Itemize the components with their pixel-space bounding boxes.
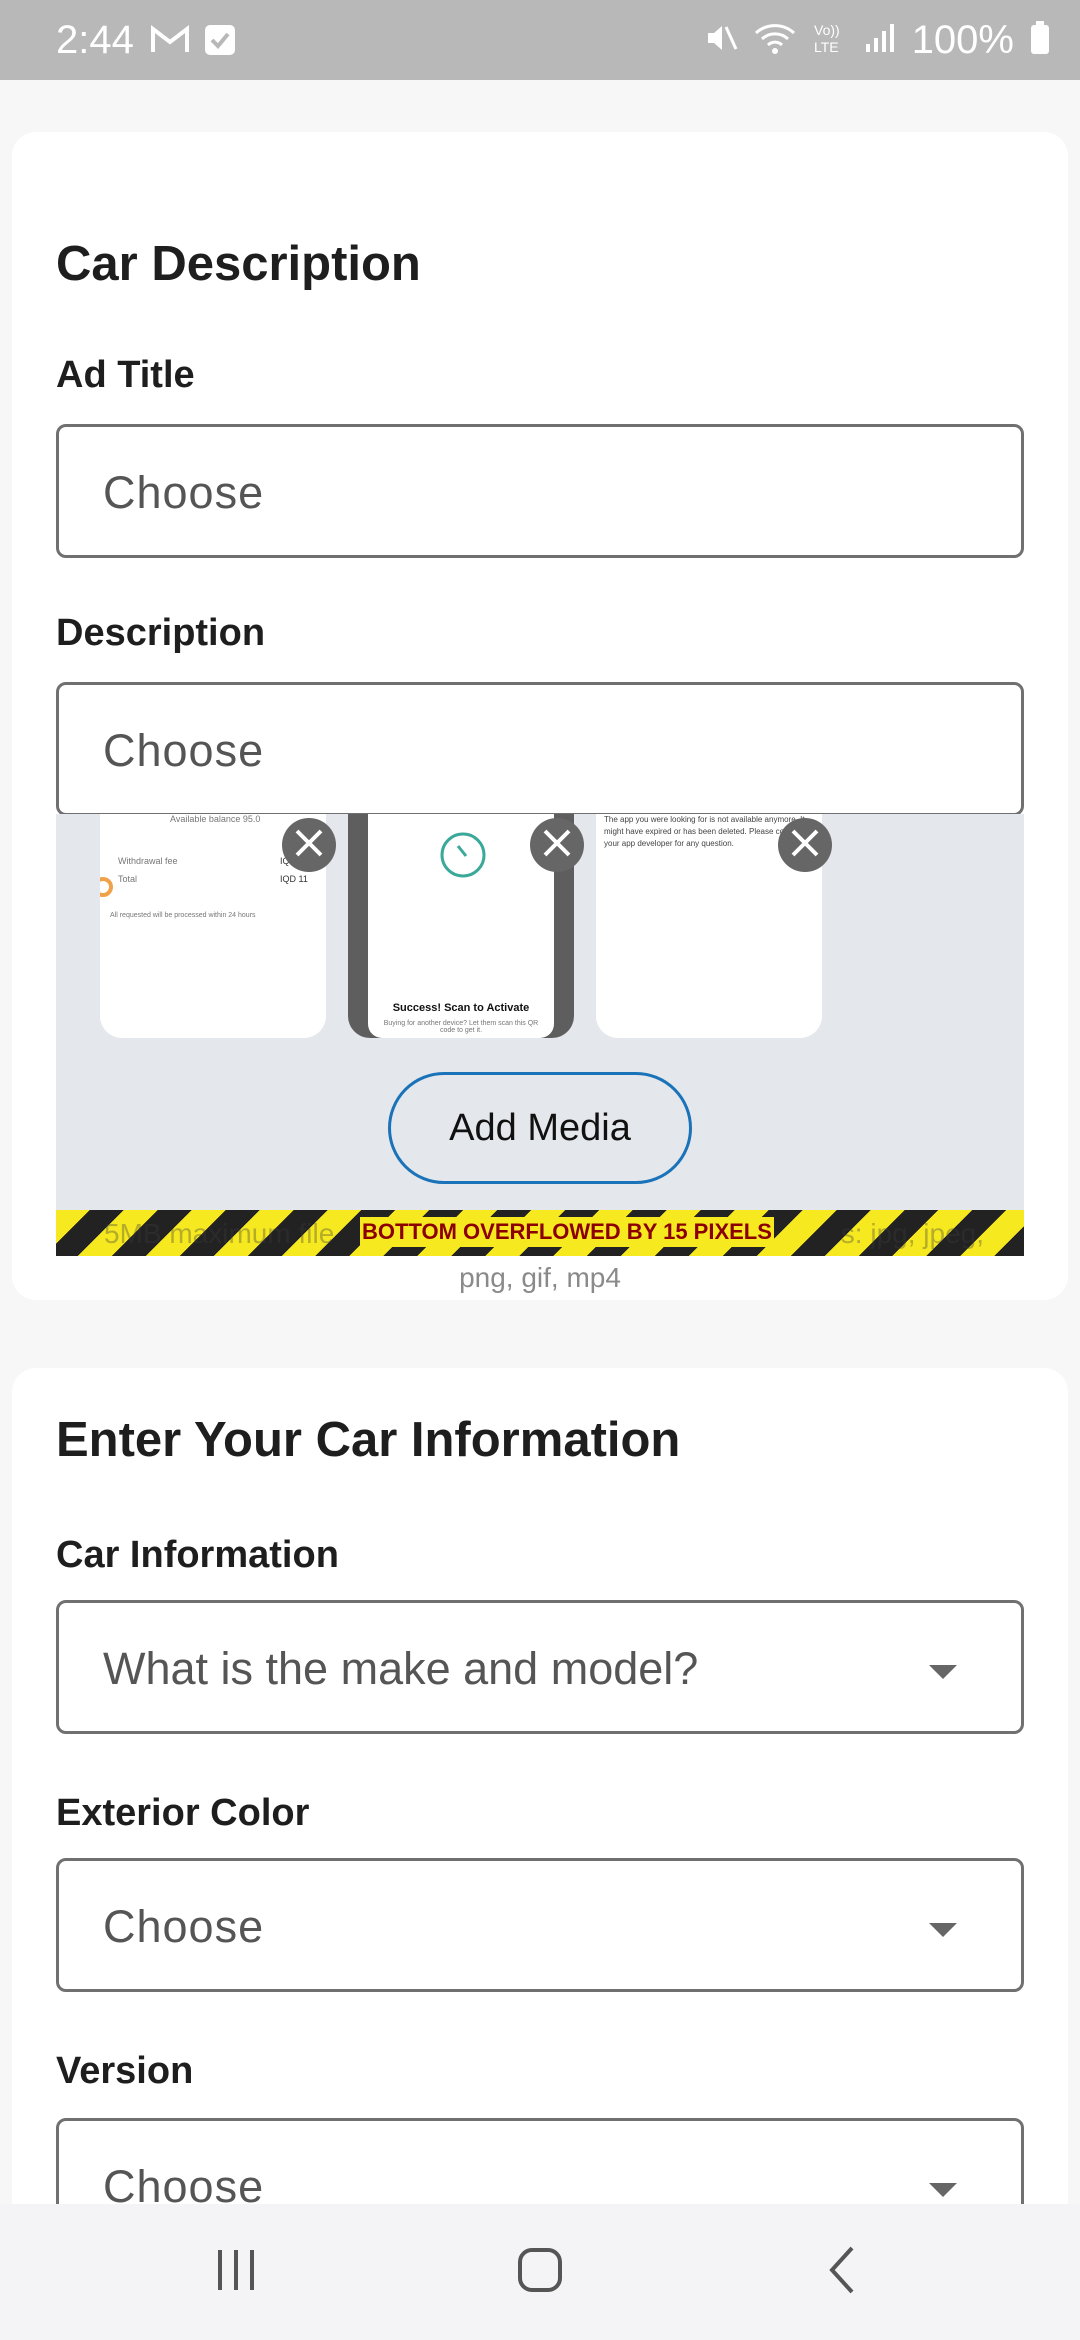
exterior-color-placeholder: Choose <box>103 1901 265 1952</box>
overflow-message: BOTTOM OVERFLOWED BY 15 PIXELS <box>360 1217 774 1247</box>
hidden-hint-text: 5MB maximum file <box>104 1218 335 1249</box>
overflow-warning-stripe: 5MB maximum file s: jpg, jpeg, BOTTOM OV… <box>56 1210 1024 1256</box>
system-status-icons: Vo)) LTE 100% <box>704 18 1050 63</box>
version-placeholder: Choose <box>103 2161 265 2204</box>
progress-ring-icon <box>438 830 488 885</box>
thumb-text: Total <box>118 874 138 884</box>
ad-title-label: Ad Title <box>56 354 195 396</box>
remove-media-button[interactable] <box>282 818 336 872</box>
exterior-color-dropdown[interactable]: Choose <box>56 1858 1024 1992</box>
signal-icon <box>864 22 896 59</box>
chevron-down-icon <box>929 1923 957 1937</box>
chevron-down-icon <box>929 1665 957 1679</box>
description-label: Description <box>56 612 266 654</box>
check-box-icon <box>204 24 236 61</box>
back-button[interactable] <box>814 2242 874 2302</box>
thumb-text: IQD 11 <box>280 874 308 884</box>
thumb-subtitle: Buying for another device? Let them scan… <box>383 1020 539 1034</box>
car-information-placeholder: What is the make and model? <box>103 1643 699 1694</box>
status-time: 2:44 <box>56 18 134 62</box>
home-button[interactable] <box>510 2242 570 2302</box>
recent-apps-icon <box>212 2246 260 2299</box>
svg-text:Vo)): Vo)) <box>814 22 840 38</box>
hidden-hint-text: s: jpg, jpeg, <box>840 1218 984 1249</box>
scroll-content[interactable]: Car Description Ad Title Choose Descript… <box>0 80 1080 2204</box>
notification-icons <box>150 24 236 61</box>
remove-media-button[interactable] <box>778 818 832 872</box>
gmail-icon <box>150 24 190 61</box>
mute-icon <box>704 21 738 60</box>
close-icon <box>540 826 574 865</box>
battery-icon <box>1030 21 1050 60</box>
recent-apps-button[interactable] <box>206 2242 266 2302</box>
remove-media-button[interactable] <box>530 818 584 872</box>
car-description-title: Car Description <box>56 237 421 291</box>
car-information-title: Enter Your Car Information <box>56 1413 681 1467</box>
svg-text:LTE: LTE <box>814 39 839 55</box>
thumb-text: Withdrawal fee <box>118 856 178 866</box>
car-description-card: Car Description Ad Title Choose Descript… <box>12 132 1068 1300</box>
thumb-text: Available balance 95.0 <box>170 814 261 824</box>
add-media-button[interactable]: Add Media <box>388 1072 692 1184</box>
thumb-text: All requested will be processed within 2… <box>110 912 256 919</box>
description-placeholder: Choose <box>103 725 265 776</box>
status-bar: 2:44 Vo)) LTE 100% <box>0 0 1080 80</box>
navigation-bar <box>0 2204 1080 2340</box>
ad-title-field[interactable]: Choose <box>56 424 1024 558</box>
car-information-card: Enter Your Car Information Car Informati… <box>12 1368 1068 2204</box>
home-icon <box>516 2246 564 2299</box>
car-information-dropdown[interactable]: What is the make and model? <box>56 1600 1024 1734</box>
wifi-icon <box>754 21 796 60</box>
ad-title-placeholder: Choose <box>103 467 265 518</box>
thumb-screen: Success! Scan to Activate Buying for ano… <box>368 814 554 1038</box>
battery-percentage: 100% <box>911 18 1014 62</box>
chevron-down-icon <box>929 2183 957 2197</box>
close-icon <box>292 826 326 865</box>
car-information-label: Car Information <box>56 1534 339 1576</box>
exterior-color-label: Exterior Color <box>56 1792 310 1834</box>
volte-icon: Vo)) LTE <box>812 21 848 60</box>
back-icon <box>820 2246 868 2299</box>
version-label: Version <box>56 2050 194 2092</box>
thumb-title: Success! Scan to Activate <box>392 1002 530 1014</box>
spinner-icon <box>100 876 114 903</box>
version-dropdown[interactable]: Choose <box>56 2118 1024 2204</box>
description-field[interactable]: Choose <box>56 682 1024 816</box>
close-icon <box>788 826 822 865</box>
media-picker: Available balance 95.0 Withdrawal fee IQ… <box>56 814 1024 1256</box>
supported-formats-text: png, gif, mp4 <box>459 1262 621 1293</box>
